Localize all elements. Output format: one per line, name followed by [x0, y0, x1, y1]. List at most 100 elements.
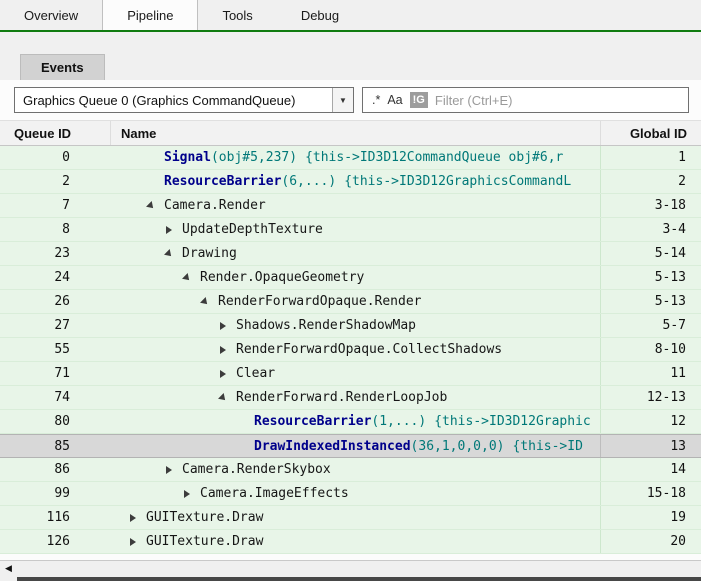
global-id-cell: 19: [600, 506, 701, 529]
event-detail: {this->ID3D12GraphicsCommandL: [344, 174, 571, 189]
event-args: (obj#5,237): [211, 150, 297, 165]
table-row[interactable]: 26RenderForwardOpaque.Render5-13: [0, 290, 701, 314]
events-panel: Graphics Queue 0 (Graphics CommandQueue)…: [0, 80, 701, 560]
table-row[interactable]: 71 Clear 11: [0, 362, 701, 386]
collapse-icon[interactable]: [220, 394, 236, 402]
scrollbar-thumb[interactable]: [17, 577, 701, 581]
expand-icon[interactable]: [220, 322, 236, 330]
collapse-icon[interactable]: [166, 250, 182, 258]
group-filter-toggle[interactable]: !G: [410, 92, 428, 108]
column-header-global-id[interactable]: Global ID: [600, 121, 701, 145]
table-row[interactable]: 85DrawIndexedInstanced(36,1,0,0,0){this-…: [0, 434, 701, 458]
column-header-queue-id[interactable]: Queue ID: [0, 121, 110, 145]
table-row[interactable]: 80ResourceBarrier(1,...){this->ID3D12Gra…: [0, 410, 701, 434]
filter-input[interactable]: [435, 93, 684, 108]
table-row[interactable]: 27Shadows.RenderShadowMap5-7: [0, 314, 701, 338]
name-cell: GUITexture.Draw: [110, 530, 600, 553]
table-row[interactable]: 24Render.OpaqueGeometry5-13: [0, 266, 701, 290]
event-name: Camera.RenderSkybox: [182, 462, 331, 477]
queue-id-cell: 71: [0, 362, 110, 385]
table-row[interactable]: 2 ResourceBarrier(6,...) {this->ID3D12Grap…: [0, 170, 701, 194]
queue-dropdown[interactable]: Graphics Queue 0 (Graphics CommandQueue)…: [14, 87, 354, 113]
expand-icon[interactable]: [220, 346, 236, 354]
event-table-header: Queue ID Name Global ID: [0, 120, 701, 146]
global-id-cell: 12-13: [600, 386, 701, 409]
queue-id-cell: 7: [0, 194, 110, 217]
event-detail: {this->ID3D12Graphic: [434, 414, 591, 429]
global-id-cell: 20: [600, 530, 701, 553]
event-args: (1,...): [371, 414, 426, 429]
collapse-icon[interactable]: [148, 202, 164, 210]
name-cell: RenderForwardOpaque.Render: [110, 290, 600, 313]
chevron-down-icon: ▼: [339, 96, 347, 105]
event-name: UpdateDepthTexture: [182, 222, 323, 237]
event-name: GUITexture.Draw: [146, 510, 263, 525]
queue-id-cell: 55: [0, 338, 110, 361]
table-row[interactable]: 8UpdateDepthTexture3-4: [0, 218, 701, 242]
name-cell: ResourceBarrier(6,...) {this->ID3D12Graph…: [110, 170, 600, 193]
expand-icon[interactable]: [184, 490, 200, 498]
expand-icon[interactable]: [130, 514, 146, 522]
queue-id-cell: 126: [0, 530, 110, 553]
event-args: (6,...): [281, 174, 336, 189]
expand-icon[interactable]: [220, 370, 236, 378]
queue-id-cell: 24: [0, 266, 110, 289]
tab-tools[interactable]: Tools: [198, 0, 276, 30]
regex-toggle[interactable]: .*: [372, 93, 380, 107]
name-cell: DrawIndexedInstanced(36,1,0,0,0){this->I…: [110, 435, 600, 457]
global-id-cell: 5-13: [600, 290, 701, 313]
events-toolbar: Graphics Queue 0 (Graphics CommandQueue)…: [0, 80, 701, 120]
queue-dropdown-button[interactable]: ▼: [332, 88, 353, 112]
name-cell: Signal(obj#5,237){this->ID3D12CommandQue…: [110, 146, 600, 169]
global-id-cell: 3-4: [600, 218, 701, 241]
queue-id-cell: 99: [0, 482, 110, 505]
event-args: (36,1,0,0,0): [411, 439, 505, 454]
event-name: Clear: [236, 366, 275, 381]
tab-debug[interactable]: Debug: [277, 0, 363, 30]
queue-id-cell: 80: [0, 410, 110, 433]
table-row[interactable]: 0Signal(obj#5,237){this->ID3D12CommandQu…: [0, 146, 701, 170]
table-row[interactable]: 116GUITexture.Draw19: [0, 506, 701, 530]
tab-pipeline[interactable]: Pipeline: [102, 0, 198, 30]
global-id-cell: 12: [600, 410, 701, 433]
expand-icon[interactable]: [166, 226, 182, 234]
global-id-cell: 5-14: [600, 242, 701, 265]
tab-overview[interactable]: Overview: [0, 0, 102, 30]
name-cell: Camera.Render: [110, 194, 600, 217]
horizontal-scrollbar[interactable]: ◀: [0, 560, 701, 581]
table-row[interactable]: 99Camera.ImageEffects15-18: [0, 482, 701, 506]
name-cell: RenderForwardOpaque.CollectShadows: [110, 338, 600, 361]
table-row[interactable]: 55RenderForwardOpaque.CollectShadows8-10: [0, 338, 701, 362]
event-function-name: DrawIndexedInstanced: [254, 439, 411, 454]
event-name: GUITexture.Draw: [146, 534, 263, 549]
expand-icon[interactable]: [130, 538, 146, 546]
global-id-cell: 13: [600, 435, 701, 457]
global-id-cell: 2: [600, 170, 701, 193]
top-tab-bar: OverviewPipelineToolsDebug: [0, 0, 701, 32]
event-function-name: ResourceBarrier: [164, 174, 281, 189]
event-name: Drawing: [182, 246, 237, 261]
scroll-left-button[interactable]: ◀: [5, 563, 12, 574]
table-row[interactable]: 86Camera.RenderSkybox14: [0, 458, 701, 482]
match-case-toggle[interactable]: Aa: [387, 93, 402, 107]
events-tab-label: Events: [41, 60, 84, 75]
name-cell: Shadows.RenderShadowMap: [110, 314, 600, 337]
table-row[interactable]: 126 GUITexture.Draw 20: [0, 530, 701, 554]
table-row[interactable]: 23Drawing5-14: [0, 242, 701, 266]
table-row[interactable]: 74RenderForward.RenderLoopJob12-13: [0, 386, 701, 410]
event-name: Render.OpaqueGeometry: [200, 270, 364, 285]
global-id-cell: 14: [600, 458, 701, 481]
column-header-name[interactable]: Name: [110, 121, 600, 145]
tab-events[interactable]: Events: [20, 54, 105, 80]
collapse-icon[interactable]: [202, 298, 218, 306]
queue-dropdown-value: Graphics Queue 0 (Graphics CommandQueue): [15, 88, 332, 112]
name-cell: Render.OpaqueGeometry: [110, 266, 600, 289]
collapse-icon[interactable]: [184, 274, 200, 282]
name-cell: RenderForward.RenderLoopJob: [110, 386, 600, 409]
name-cell: Clear: [110, 362, 600, 385]
event-name: RenderForward.RenderLoopJob: [236, 390, 447, 405]
global-id-cell: 11: [600, 362, 701, 385]
table-row[interactable]: 7Camera.Render3-18: [0, 194, 701, 218]
name-cell: Drawing: [110, 242, 600, 265]
expand-icon[interactable]: [166, 466, 182, 474]
